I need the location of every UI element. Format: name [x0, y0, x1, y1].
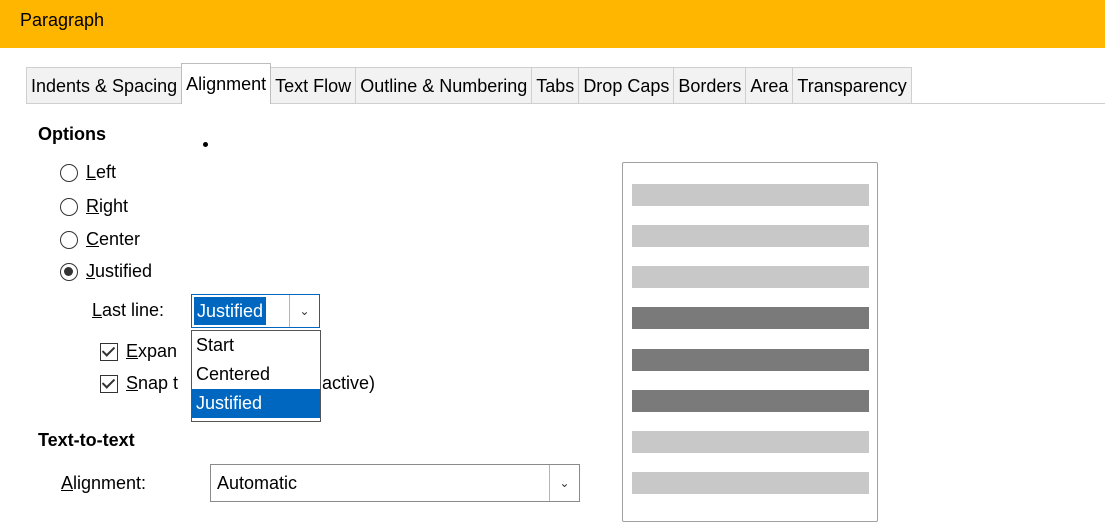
last-line-select[interactable]: Justified ⌄	[191, 294, 320, 328]
text-to-text-heading: Text-to-text	[38, 430, 135, 450]
last-line-dropdown-list[interactable]: Start Centered Justified	[191, 330, 321, 422]
snap-label-suffix: active)	[322, 373, 376, 393]
radio-center-indicator[interactable]	[60, 230, 78, 249]
tab-tabs[interactable]: Tabs	[531, 67, 580, 104]
snap-to-grid-checkbox[interactable]: Snap t	[100, 373, 178, 394]
preview-line	[632, 266, 869, 288]
dialog-title: Paragraph	[20, 10, 105, 30]
radio-justified[interactable]: Justified	[60, 261, 152, 282]
options-heading: Options	[38, 124, 106, 144]
radio-justified-indicator[interactable]	[60, 262, 78, 281]
radio-right-label: ight	[99, 196, 129, 216]
radio-left-label: eft	[96, 162, 117, 182]
tab-area[interactable]: Area	[745, 67, 794, 104]
snap-mnemonic: S	[126, 373, 139, 393]
stray-dot	[203, 142, 208, 147]
dropdown-option-justified[interactable]: Justified	[192, 389, 320, 418]
radio-left[interactable]: Left	[60, 162, 116, 183]
preview-line	[632, 184, 869, 206]
expand-single-word-checkbox[interactable]: Expan	[100, 341, 177, 362]
alignment-label: Alignment:	[61, 473, 146, 494]
chevron-down-icon[interactable]: ⌄	[549, 465, 579, 501]
alignment-mnemonic: A	[61, 473, 74, 493]
last-line-label-text: ast line:	[102, 300, 165, 320]
expand-label: xpan	[138, 341, 178, 361]
tab-indents-spacing[interactable]: Indents & Spacing	[26, 67, 183, 104]
preview-line	[632, 225, 869, 247]
radio-justified-label: ustified	[95, 261, 153, 281]
radio-left-indicator[interactable]	[60, 163, 78, 182]
snap-to-grid-box[interactable]	[100, 374, 118, 393]
preview-line	[632, 349, 869, 371]
preview-line	[632, 307, 869, 329]
snap-label: nap t	[138, 373, 179, 393]
chevron-down-icon[interactable]: ⌄	[289, 295, 319, 327]
tab-drop-caps[interactable]: Drop Caps	[578, 67, 675, 104]
last-line-mnemonic: L	[92, 300, 103, 320]
dropdown-option-centered[interactable]: Centered	[192, 360, 320, 389]
radio-center[interactable]: Center	[60, 229, 140, 250]
dropdown-option-start[interactable]: Start	[192, 331, 320, 360]
alignment-value: Automatic	[217, 473, 298, 493]
last-line-value: Justified	[194, 297, 267, 325]
tab-text-flow[interactable]: Text Flow	[270, 67, 357, 104]
expand-single-word-box[interactable]	[100, 342, 118, 361]
preview-line	[632, 431, 869, 453]
radio-right[interactable]: Right	[60, 196, 128, 217]
radio-left-mnemonic: L	[86, 162, 97, 182]
radio-right-mnemonic: R	[86, 196, 99, 216]
alignment-preview	[622, 162, 878, 522]
tab-transparency[interactable]: Transparency	[792, 67, 912, 104]
tab-outline-numbering[interactable]: Outline & Numbering	[355, 67, 533, 104]
alignment-label-text: lignment:	[73, 473, 147, 493]
preview-line	[632, 390, 869, 412]
tab-alignment[interactable]: Alignment	[181, 63, 272, 104]
radio-center-mnemonic: C	[86, 229, 99, 249]
radio-center-label: enter	[99, 229, 141, 249]
dialog-titlebar: Paragraph	[0, 0, 1105, 48]
preview-line	[632, 472, 869, 494]
radio-justified-mnemonic: J	[86, 261, 95, 281]
tab-borders[interactable]: Borders	[673, 67, 747, 104]
tab-bar: Indents & Spacing Alignment Text Flow Ou…	[26, 63, 912, 104]
last-line-label: Last line:	[92, 300, 164, 321]
alignment-select[interactable]: Automatic ⌄	[210, 464, 580, 502]
radio-right-indicator[interactable]	[60, 197, 78, 216]
expand-mnemonic: E	[126, 341, 139, 361]
